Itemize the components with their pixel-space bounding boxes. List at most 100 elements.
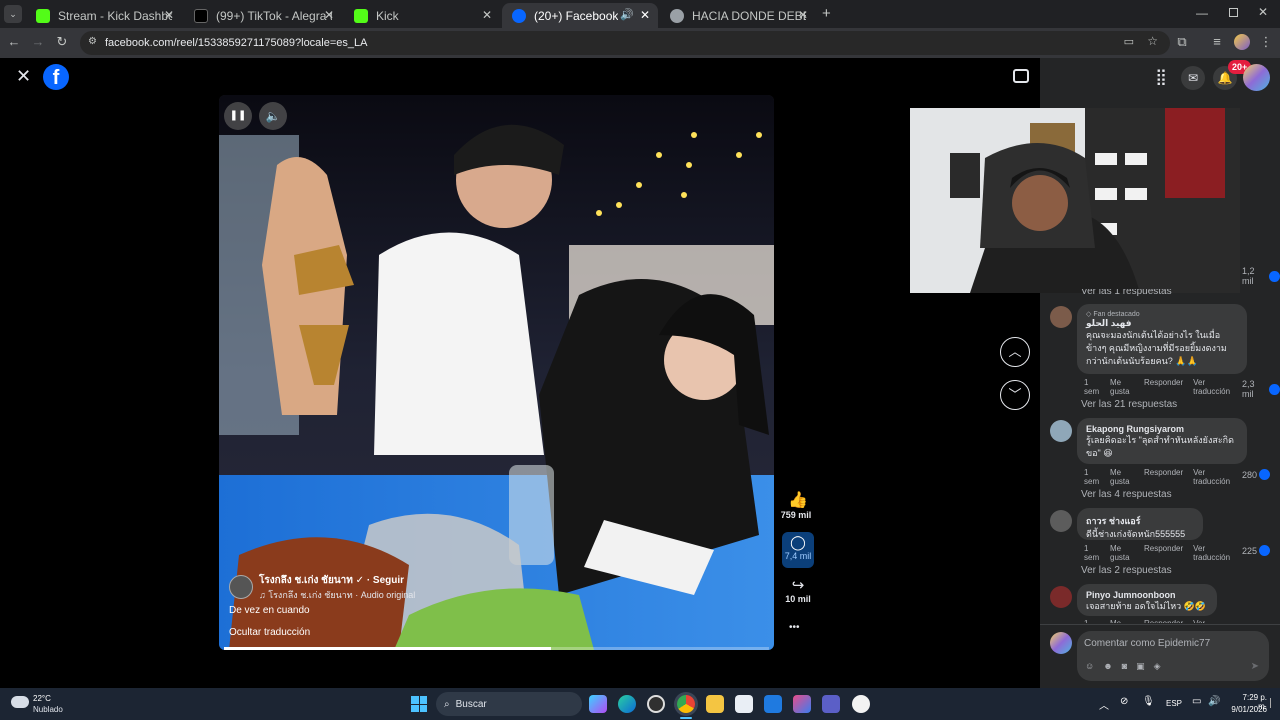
language-indicator[interactable]: ESP: [1166, 699, 1182, 708]
speaker-icon[interactable]: 🔊: [620, 8, 634, 21]
follow-link[interactable]: · Seguir: [367, 575, 404, 586]
display-icon[interactable]: ▭: [1192, 696, 1201, 707]
back-icon[interactable]: ←: [5, 34, 23, 49]
reload-icon[interactable]: ↻: [53, 34, 71, 50]
capcut-icon[interactable]: [852, 695, 870, 713]
share-button[interactable]: ↪ 10 mil: [782, 576, 814, 604]
send-icon[interactable]: ➤: [1251, 661, 1259, 672]
browser-tab[interactable]: HACIA DONDE DEBE DE NADA ✕: [660, 3, 816, 28]
menu-icon[interactable]: ⋮: [1257, 34, 1275, 50]
minimize-icon[interactable]: —: [1196, 6, 1208, 20]
pip-toggle-icon[interactable]: [1013, 69, 1029, 83]
site-info-icon[interactable]: ⚙: [88, 36, 97, 47]
file-explorer-icon[interactable]: [706, 695, 724, 713]
new-tab-button[interactable]: +: [822, 5, 831, 22]
extensions-icon[interactable]: ⧉: [1173, 34, 1191, 50]
address-bar[interactable]: ⚙ facebook.com/reel/1533859271175089?loc…: [80, 31, 1170, 55]
avatar[interactable]: [1050, 306, 1072, 328]
progress-bar[interactable]: [224, 647, 769, 650]
author-name[interactable]: โรงกลึง ช.เก่ง ชัยนาท: [259, 575, 353, 586]
forward-icon[interactable]: →: [29, 34, 47, 49]
start-icon[interactable]: [411, 696, 427, 712]
cloud-icon[interactable]: [11, 696, 29, 708]
network-icon[interactable]: ⊘: [1120, 696, 1128, 707]
mail-icon[interactable]: [764, 695, 782, 713]
commenter-name[interactable]: Ekapong Rungsiyarom: [1086, 424, 1238, 434]
reply-link[interactable]: Responder: [1144, 468, 1183, 486]
browser-tab[interactable]: (99+) TikTok - Alegra tu día ✕: [184, 3, 342, 28]
messenger-icon[interactable]: ✉: [1181, 66, 1205, 90]
volume-button[interactable]: 🔈: [259, 102, 287, 130]
copilot-icon[interactable]: [589, 695, 607, 713]
commenter-name[interactable]: Pinyo Jumnoonboon: [1086, 590, 1208, 600]
browser-tab-active[interactable]: (20+) Facebook 🔊 ✕: [502, 3, 658, 28]
previous-reel-button[interactable]: ︿: [1000, 337, 1030, 367]
commenter-name[interactable]: فهيد الحلو: [1086, 318, 1238, 329]
account-avatar[interactable]: [1243, 64, 1270, 91]
translation-link[interactable]: Ver traducción: [1193, 378, 1233, 396]
cast-icon[interactable]: ▭: [1124, 35, 1134, 48]
translation-link[interactable]: Ver traducción: [1193, 544, 1233, 562]
hide-translation-link[interactable]: Ocultar traducción: [229, 627, 310, 638]
store-icon[interactable]: [735, 695, 753, 713]
like-link[interactable]: Me gusta: [1110, 378, 1134, 396]
comment-input[interactable]: Comentar como Epidemic77 ☺ ☻ ◙ ▣ ◈ ➤: [1077, 631, 1269, 681]
clock-date[interactable]: 9/01/2026: [1227, 705, 1267, 714]
more-options-button[interactable]: •••: [789, 622, 800, 633]
sticker-icon[interactable]: ◈: [1154, 661, 1161, 672]
notification-center-icon[interactable]: [1270, 698, 1276, 708]
avatar-sticker-icon[interactable]: ☺: [1085, 661, 1094, 672]
close-icon[interactable]: ✕: [324, 8, 334, 22]
menu-grid-icon[interactable]: ⣿: [1150, 67, 1172, 89]
pause-button[interactable]: ❚❚: [224, 102, 252, 130]
close-window-icon[interactable]: ✕: [1258, 5, 1268, 19]
tab-search-button[interactable]: ⌄: [4, 5, 22, 23]
like-button[interactable]: 👍 759 mil: [781, 490, 814, 520]
close-icon[interactable]: ✕: [16, 66, 31, 87]
show-hidden-icons[interactable]: ︿: [1099, 697, 1109, 712]
reply-link[interactable]: Responder: [1144, 378, 1183, 396]
reading-list-icon[interactable]: ≡: [1208, 34, 1226, 49]
reel-video[interactable]: ❚❚ 🔈 โรงกลึง ช.เก่ง ชัยนาท ✓ · Seguir ♫ …: [219, 95, 774, 650]
audio-row[interactable]: ♫ โรงกลึง ช.เก่ง ชัยนาท · Audio original: [259, 588, 415, 602]
browser-tab[interactable]: Stream - Kick Dashboard ✕: [26, 3, 182, 28]
close-icon[interactable]: ✕: [482, 8, 492, 22]
profile-avatar[interactable]: [1234, 34, 1250, 50]
view-replies-link[interactable]: Ver las 4 respuestas: [1081, 489, 1172, 500]
commenter-name[interactable]: ถาวร ช่างแอร์: [1086, 514, 1194, 528]
obs-icon[interactable]: [647, 695, 665, 713]
emoji-icon[interactable]: ☻: [1103, 661, 1112, 672]
close-icon[interactable]: ✕: [798, 8, 808, 22]
view-replies-link[interactable]: Ver las 21 respuestas: [1081, 399, 1177, 410]
restore-icon[interactable]: [1229, 8, 1238, 17]
close-icon[interactable]: ✕: [164, 8, 174, 22]
edge-icon[interactable]: [618, 695, 636, 713]
like-link[interactable]: Me: [1110, 619, 1134, 623]
avatar[interactable]: [1050, 586, 1072, 608]
reply-link[interactable]: Responder: [1144, 544, 1183, 562]
avatar[interactable]: [1050, 420, 1072, 442]
close-icon[interactable]: ✕: [640, 8, 650, 22]
camera-icon[interactable]: ◙: [1122, 661, 1127, 672]
gif-icon[interactable]: ▣: [1136, 661, 1145, 672]
translation-link[interactable]: Ver traducción: [1193, 468, 1233, 486]
like-link[interactable]: Me gusta: [1110, 468, 1134, 486]
comment-button[interactable]: ◯ 7,4 mil: [782, 532, 814, 568]
bookmark-star-icon[interactable]: ☆: [1147, 34, 1158, 48]
author-avatar[interactable]: [229, 575, 253, 599]
facebook-logo[interactable]: f: [43, 64, 69, 90]
chrome-icon[interactable]: [677, 695, 695, 713]
next-reel-button[interactable]: ﹀: [1000, 380, 1030, 410]
browser-tab[interactable]: Kick ✕: [344, 3, 500, 28]
avatar[interactable]: [1050, 510, 1072, 532]
microphone-icon[interactable]: 🎙: [1142, 696, 1155, 707]
like-link[interactable]: Me gusta: [1110, 544, 1134, 562]
taskbar-search[interactable]: ⌕ Buscar: [436, 692, 582, 716]
teams-icon[interactable]: [822, 695, 840, 713]
reply-link[interactable]: Responder: [1144, 619, 1183, 623]
weather-temp[interactable]: 22°C: [33, 694, 51, 703]
translation-link[interactable]: Ver: [1193, 619, 1205, 623]
volume-icon[interactable]: 🔊: [1208, 696, 1220, 707]
microsoft365-icon[interactable]: [793, 695, 811, 713]
view-replies-link[interactable]: Ver las 2 respuestas: [1081, 565, 1172, 576]
